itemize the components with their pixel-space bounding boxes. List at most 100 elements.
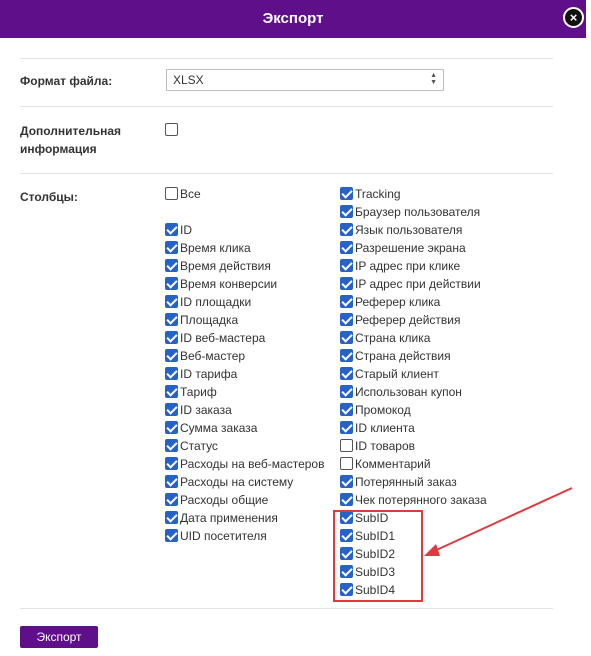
column-option[interactable]: ID заказа	[165, 401, 232, 419]
checkbox-checked[interactable]	[165, 385, 178, 399]
column-option[interactable]: IP адрес при клике	[340, 257, 460, 275]
column-option[interactable]: ID	[165, 221, 192, 239]
checkbox-checked[interactable]	[165, 295, 178, 309]
column-option[interactable]: Время конверсии	[165, 275, 277, 293]
checkbox-checked[interactable]	[340, 493, 353, 507]
column-option-label: Расходы на систему	[180, 475, 294, 489]
checkbox-unchecked[interactable]	[340, 439, 353, 453]
column-option[interactable]: Промокод	[340, 401, 411, 419]
modal-title: Экспорт	[262, 10, 324, 27]
column-option[interactable]: Реферер действия	[340, 311, 461, 329]
column-option-label: Разрешение экрана	[355, 241, 466, 255]
column-option[interactable]: ID веб-мастера	[165, 329, 265, 347]
column-option[interactable]: IP адрес при действии	[340, 275, 481, 293]
select-arrows-icon: ▲ ▼	[430, 72, 437, 86]
column-option[interactable]: Использован купон	[340, 383, 462, 401]
checkbox-checked[interactable]	[340, 223, 353, 237]
column-option[interactable]: Время клика	[165, 239, 251, 257]
column-option[interactable]: ID товаров	[340, 437, 415, 455]
column-option-label: Комментарий	[355, 457, 431, 471]
checkbox-checked[interactable]	[165, 439, 178, 453]
column-option[interactable]: Расходы на веб-мастеров	[165, 455, 324, 473]
divider	[20, 608, 553, 609]
checkbox-checked[interactable]	[340, 367, 353, 381]
column-option[interactable]: Комментарий	[340, 455, 431, 473]
checkbox-checked[interactable]	[165, 475, 178, 489]
checkbox-checked[interactable]	[165, 511, 178, 525]
column-option-label: Расходы на веб-мастеров	[180, 457, 325, 471]
column-option[interactable]: Разрешение экрана	[340, 239, 466, 257]
column-option[interactable]: Расходы на систему	[165, 473, 293, 491]
checkbox-checked[interactable]	[340, 385, 353, 399]
checkbox-checked[interactable]	[340, 205, 353, 219]
column-option[interactable]: Тариф	[165, 383, 217, 401]
column-option[interactable]: Старый клиент	[340, 365, 439, 383]
column-option[interactable]: Сумма заказа	[165, 419, 257, 437]
column-option[interactable]: ID клиента	[340, 419, 415, 437]
checkbox-unchecked[interactable]	[340, 457, 353, 471]
checkbox-checked[interactable]	[165, 367, 178, 381]
column-option-label: Страна клика	[355, 331, 431, 345]
column-option-all[interactable]: Все	[165, 185, 201, 203]
column-option[interactable]: UID посетителя	[165, 527, 267, 545]
checkbox-checked[interactable]	[165, 403, 178, 417]
column-option-label: IP адрес при действии	[355, 277, 481, 291]
extra-info-checkbox[interactable]	[165, 123, 178, 136]
column-option[interactable]: Страна клика	[340, 329, 430, 347]
export-button[interactable]: Экспорт	[20, 626, 98, 648]
column-option-label: ID веб-мастера	[180, 331, 266, 345]
checkbox-checked[interactable]	[165, 529, 178, 543]
column-option-label: Браузер пользователя	[355, 205, 481, 219]
column-option-label: Сумма заказа	[180, 421, 258, 435]
checkbox-checked[interactable]	[340, 475, 353, 489]
checkbox-checked[interactable]	[165, 331, 178, 345]
checkbox-checked[interactable]	[340, 331, 353, 345]
checkbox-checked[interactable]	[165, 349, 178, 363]
checkbox-checked[interactable]	[165, 259, 178, 273]
column-option-label: Расходы общие	[180, 493, 269, 507]
checkbox-checked[interactable]	[340, 421, 353, 435]
column-option[interactable]: Статус	[165, 437, 218, 455]
column-option-label: Время клика	[180, 241, 251, 255]
checkbox-checked[interactable]	[340, 277, 353, 291]
column-option[interactable]: Реферер клика	[340, 293, 440, 311]
column-option[interactable]: Время действия	[165, 257, 271, 275]
column-option[interactable]: Веб-мастер	[165, 347, 245, 365]
column-option-label: UID посетителя	[180, 529, 267, 543]
checkbox-checked[interactable]	[340, 403, 353, 417]
columns-label: Столбцы:	[20, 190, 78, 204]
annotation-highlight-box	[333, 510, 423, 602]
checkbox-checked[interactable]	[165, 223, 178, 237]
checkbox-checked[interactable]	[165, 313, 178, 327]
column-option-label: Тариф	[180, 385, 217, 399]
checkbox-checked[interactable]	[340, 241, 353, 255]
checkbox-checked[interactable]	[165, 241, 178, 255]
checkbox-checked[interactable]	[340, 187, 353, 201]
checkbox-checked[interactable]	[165, 421, 178, 435]
column-option[interactable]: Площадка	[165, 311, 238, 329]
column-option[interactable]: Дата применения	[165, 509, 278, 527]
checkbox-checked[interactable]	[165, 277, 178, 291]
extra-info-label: Дополнительная информация	[20, 124, 122, 156]
column-option[interactable]: Язык пользователя	[340, 221, 462, 239]
column-option-label: Дата применения	[180, 511, 278, 525]
column-option[interactable]: Браузер пользователя	[340, 203, 480, 221]
checkbox-checked[interactable]	[340, 349, 353, 363]
checkbox-checked[interactable]	[340, 295, 353, 309]
checkbox-checked[interactable]	[340, 313, 353, 327]
checkbox-checked[interactable]	[165, 493, 178, 507]
column-option[interactable]: Расходы общие	[165, 491, 268, 509]
checkbox-all[interactable]	[165, 187, 178, 201]
column-option-label: ID	[180, 223, 192, 237]
column-option[interactable]: Tracking	[340, 185, 401, 203]
column-option[interactable]: Страна действия	[340, 347, 451, 365]
column-option-label: Промокод	[355, 403, 411, 417]
column-option[interactable]: ID тарифа	[165, 365, 237, 383]
modal-header: Экспорт	[0, 0, 586, 38]
column-option[interactable]: ID площадки	[165, 293, 251, 311]
checkbox-checked[interactable]	[165, 457, 178, 471]
checkbox-checked[interactable]	[340, 259, 353, 273]
column-option-label: Время действия	[180, 259, 271, 273]
close-icon[interactable]: ×	[563, 7, 584, 28]
format-select[interactable]: XLSX ▲ ▼	[166, 69, 444, 91]
